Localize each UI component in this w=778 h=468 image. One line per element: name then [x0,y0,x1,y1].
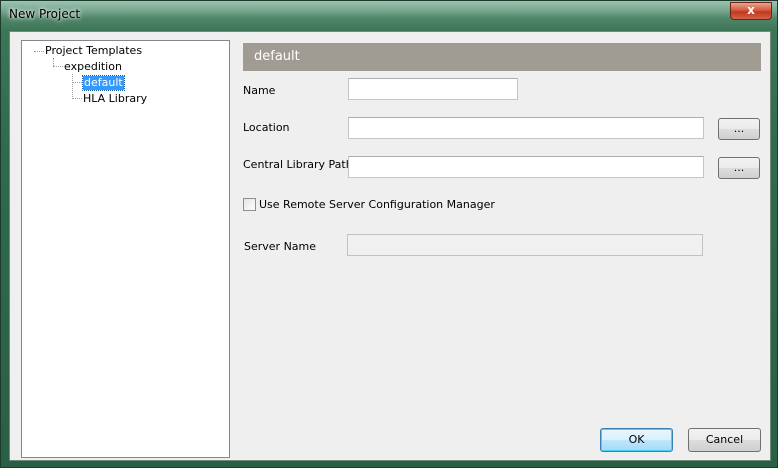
dialog-body: Project Templates expedition default HLA… [9,31,771,461]
project-template-tree[interactable]: Project Templates expedition default HLA… [21,40,230,458]
tree-node-default[interactable]: default [82,75,125,91]
template-header: default [243,43,761,71]
server-name-field [347,234,703,256]
tree-node-expedition[interactable]: expedition [64,60,122,74]
tree-connector [34,51,44,52]
browse-location-label: ... [733,122,745,135]
title-bar[interactable]: New Project x [1,1,777,30]
name-field[interactable] [348,78,518,100]
ok-button-label: OK [628,433,645,446]
close-button[interactable]: x [730,2,772,20]
cancel-button-label: Cancel [705,433,744,446]
tree-node-project-templates[interactable]: Project Templates [45,44,142,58]
browse-library-button[interactable]: ... [718,157,760,179]
tree-connector [72,74,73,99]
browse-library-label: ... [733,161,745,174]
ok-button[interactable]: OK [600,428,673,452]
server-name-label: Server Name [244,240,317,253]
central-library-label: Central Library Path [243,158,353,171]
cancel-button[interactable]: Cancel [688,428,761,452]
remote-server-checkbox[interactable] [243,198,256,211]
tree-connector [53,58,54,66]
window-title: New Project [9,7,81,21]
new-project-dialog: New Project x Project Templates expediti… [0,0,778,468]
close-icon: x [747,3,755,17]
tree-connector [53,66,63,67]
name-label: Name [243,84,276,97]
remote-server-checkbox-label[interactable]: Use Remote Server Configuration Manager [259,198,495,211]
tree-connector [72,82,82,83]
tree-node-hla-library[interactable]: HLA Library [83,92,147,106]
tree-connector [72,98,82,99]
location-field[interactable] [348,117,704,139]
location-label: Location [243,121,290,134]
central-library-field[interactable] [348,156,704,178]
browse-location-button[interactable]: ... [718,118,760,140]
template-header-title: default [254,49,300,64]
